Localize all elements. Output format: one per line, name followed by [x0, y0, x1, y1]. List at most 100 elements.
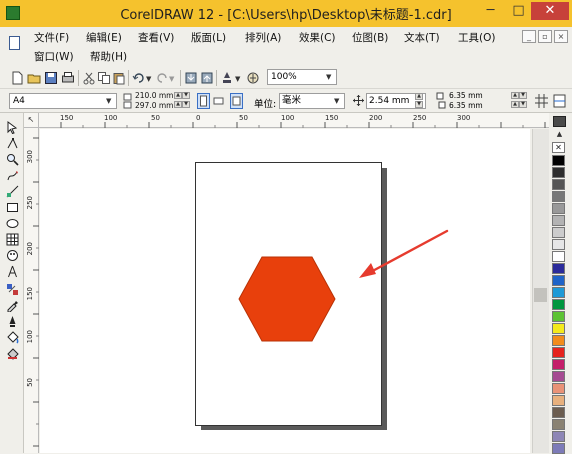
eyedropper-tool-icon[interactable] — [6, 299, 19, 312]
duplicate-x-field[interactable]: 6.35 mm — [449, 91, 483, 100]
color-swatch[interactable] — [552, 323, 565, 334]
smart-fill-tool-icon[interactable] — [6, 185, 19, 198]
print-icon[interactable] — [61, 71, 75, 85]
undo-dropdown-icon[interactable]: ▼ — [146, 75, 151, 83]
doc-close-button[interactable]: × — [554, 30, 568, 43]
page-height-field[interactable]: 297.0 mm — [135, 101, 173, 110]
palette-scroll-up-icon[interactable]: ▲ — [553, 130, 566, 140]
minimize-button[interactable]: ─ — [478, 2, 503, 20]
outline-tool-icon[interactable] — [6, 315, 19, 328]
units-dropdown-icon[interactable]: ▼ — [334, 97, 339, 105]
interactive-blend-tool-icon[interactable] — [6, 283, 19, 296]
pick-tool-icon[interactable] — [6, 121, 19, 134]
color-swatch[interactable] — [552, 203, 565, 214]
hexagon-shape[interactable] — [238, 256, 336, 342]
redo-icon[interactable] — [155, 71, 169, 85]
menu-edit[interactable]: 编辑(E) — [86, 30, 122, 46]
snap-to-grid-icon[interactable] — [535, 94, 548, 108]
new-document-icon[interactable] — [10, 71, 24, 85]
color-swatch[interactable] — [552, 287, 565, 298]
height-spin-down-icon[interactable]: ▼ — [182, 101, 190, 108]
color-swatch[interactable] — [552, 371, 565, 382]
polygon-tool-icon[interactable] — [6, 233, 19, 246]
basic-shapes-tool-icon[interactable] — [6, 249, 19, 262]
zoom-tool-icon[interactable] — [6, 153, 19, 166]
dup-x-spin-down-icon[interactable]: ▼ — [519, 92, 527, 99]
color-swatch[interactable] — [552, 179, 565, 190]
menu-tools[interactable]: 工具(O) — [458, 30, 495, 46]
color-swatch[interactable] — [552, 251, 565, 262]
menu-help[interactable]: 帮助(H) — [90, 49, 127, 65]
redo-dropdown-icon[interactable]: ▼ — [169, 75, 174, 83]
color-swatch[interactable] — [552, 383, 565, 394]
open-folder-icon[interactable] — [27, 71, 41, 85]
page-layout-all-pages-icon[interactable] — [230, 93, 243, 109]
color-swatch[interactable] — [552, 335, 565, 346]
palette-options-icon[interactable] — [553, 116, 566, 127]
menu-effects[interactable]: 效果(C) — [299, 30, 336, 46]
color-swatch[interactable] — [552, 263, 565, 274]
menu-arrange[interactable]: 排列(A) — [245, 30, 281, 46]
cut-icon[interactable] — [82, 71, 96, 85]
paste-icon[interactable] — [112, 71, 126, 85]
color-swatch[interactable] — [552, 311, 565, 322]
copy-icon[interactable] — [97, 71, 111, 85]
color-swatch[interactable] — [552, 359, 565, 370]
paper-size-dropdown-icon[interactable]: ▼ — [106, 97, 111, 105]
menu-window[interactable]: 窗口(W) — [34, 49, 74, 65]
interactive-fill-tool-icon[interactable] — [6, 347, 19, 360]
menu-text[interactable]: 文本(T) — [404, 30, 440, 46]
color-swatch[interactable] — [552, 275, 565, 286]
maximize-button[interactable]: □ — [506, 2, 531, 20]
dup-y-spin-down-icon[interactable]: ▼ — [519, 101, 527, 108]
color-swatch[interactable] — [552, 395, 565, 406]
export-icon[interactable] — [200, 71, 214, 85]
color-swatch[interactable] — [552, 215, 565, 226]
fill-tool-icon[interactable] — [6, 331, 19, 344]
height-spin-up-icon[interactable]: ▲ — [174, 101, 182, 108]
page-width-field[interactable]: 210.0 mm — [135, 91, 173, 100]
vertical-scroll-thumb[interactable] — [534, 288, 547, 302]
snap-to-guidelines-icon[interactable] — [553, 94, 566, 108]
no-color-swatch[interactable]: ✕ — [552, 142, 565, 153]
menu-bitmaps[interactable]: 位图(B) — [352, 30, 388, 46]
color-swatch[interactable] — [552, 299, 565, 310]
document-icon[interactable] — [9, 36, 20, 50]
text-tool-icon[interactable] — [6, 265, 19, 278]
color-swatch[interactable] — [552, 407, 565, 418]
rectangle-tool-icon[interactable] — [6, 201, 19, 214]
doc-minimize-button[interactable]: _ — [522, 30, 536, 43]
menu-view[interactable]: 查看(V) — [138, 30, 174, 46]
landscape-orientation-icon[interactable] — [212, 93, 225, 109]
color-swatch[interactable] — [552, 155, 565, 166]
freehand-tool-icon[interactable] — [6, 169, 19, 182]
doc-restore-button[interactable]: ▫ — [538, 30, 552, 43]
width-spin-down-icon[interactable]: ▼ — [182, 92, 190, 99]
shape-tool-icon[interactable] — [6, 137, 19, 150]
dup-y-spin-up-icon[interactable]: ▲ — [511, 101, 519, 108]
ellipse-tool-icon[interactable] — [6, 217, 19, 230]
dup-x-spin-up-icon[interactable]: ▲ — [511, 92, 519, 99]
close-button[interactable]: ✕ — [531, 2, 569, 20]
duplicate-y-field[interactable]: 6.35 mm — [449, 101, 483, 110]
color-swatch[interactable] — [552, 227, 565, 238]
color-swatch[interactable] — [552, 419, 565, 430]
undo-icon[interactable] — [132, 71, 146, 85]
menu-layout[interactable]: 版面(L) — [191, 30, 226, 46]
menu-file[interactable]: 文件(F) — [34, 30, 69, 46]
save-icon[interactable] — [44, 71, 58, 85]
zoom-dropdown-icon[interactable]: ▼ — [326, 73, 331, 81]
paper-size-select[interactable]: A4 — [9, 93, 117, 109]
color-swatch[interactable] — [552, 443, 565, 454]
nudge-spin-down-icon[interactable]: ▼ — [415, 101, 423, 108]
ruler-origin-button[interactable]: ↖ — [24, 113, 39, 128]
application-launcher-icon[interactable] — [220, 71, 234, 85]
color-swatch[interactable] — [552, 239, 565, 250]
width-spin-up-icon[interactable]: ▲ — [174, 92, 182, 99]
color-swatch[interactable] — [552, 431, 565, 442]
portrait-orientation-icon[interactable] — [197, 93, 210, 109]
import-icon[interactable] — [184, 71, 198, 85]
color-swatch[interactable] — [552, 167, 565, 178]
nudge-spin-up-icon[interactable]: ▲ — [415, 93, 423, 100]
corel-online-icon[interactable] — [246, 71, 260, 85]
